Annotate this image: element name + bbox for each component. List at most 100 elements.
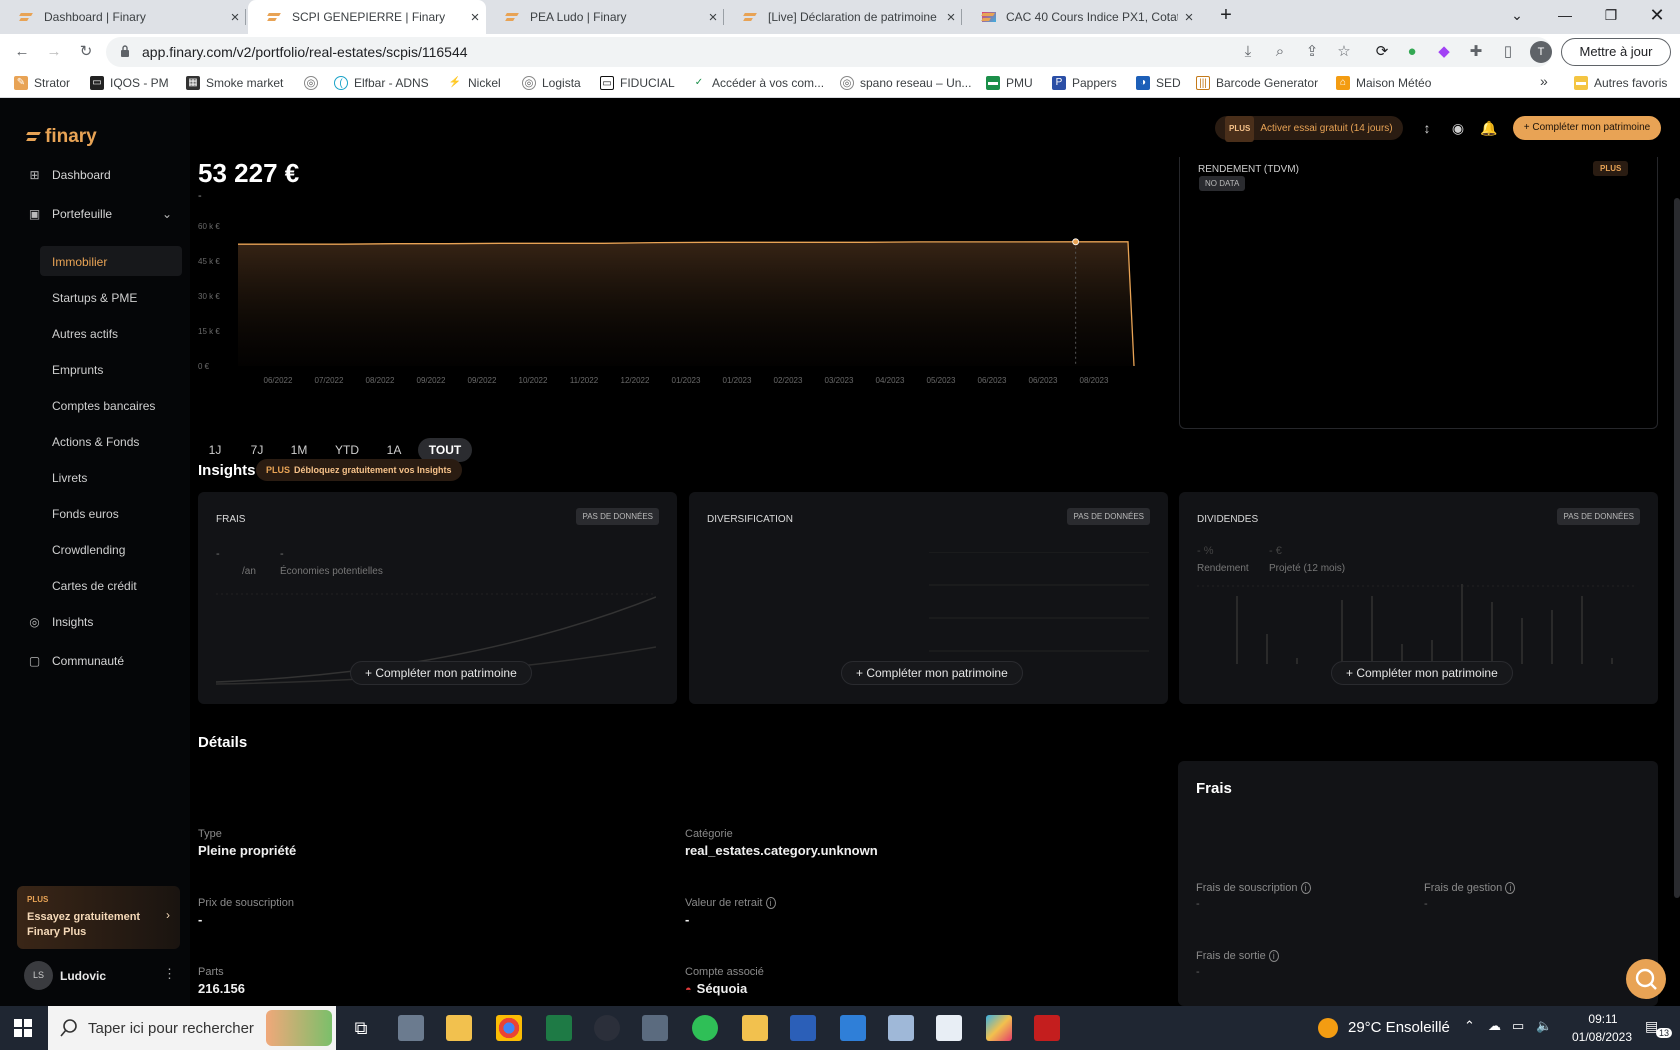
taskbar-app-icon[interactable] [936, 1015, 962, 1041]
browser-tab-declaration[interactable]: [Live] Déclaration de patrimoine ( × [724, 0, 962, 34]
globe-icon[interactable]: ◎ [304, 76, 324, 90]
more-vertical-icon[interactable]: ⋮ [163, 966, 176, 982]
extension-icon[interactable]: ⟳ [1370, 40, 1394, 64]
close-window-button[interactable]: ✕ [1634, 0, 1680, 34]
browser-tab-pea-ludo[interactable]: PEA Ludo | Finary × [486, 0, 724, 34]
bookmark-item[interactable]: ⌂ Maison Météo [1336, 76, 1431, 90]
extension-cube-icon[interactable]: ◆ [1432, 40, 1456, 64]
other-bookmarks[interactable]: ▬ Autres favoris [1574, 76, 1667, 90]
acrobat-icon[interactable] [1034, 1015, 1060, 1041]
clock-date[interactable]: 01/08/2023 [1562, 1030, 1642, 1044]
taskbar-search[interactable]: Taper ici pour rechercher [48, 1006, 336, 1050]
sidebar-item-emprunts[interactable]: Emprunts [52, 363, 103, 377]
zoom-icon[interactable]: ⌕ [1268, 40, 1292, 64]
close-tab-icon[interactable]: × [464, 9, 486, 26]
info-icon[interactable]: i [1268, 950, 1279, 962]
bookmark-item[interactable]: ✓ Accéder à vos com... [692, 76, 824, 90]
taskbar-app-icon[interactable] [840, 1015, 866, 1041]
clock-time[interactable]: 09:11 [1570, 1012, 1636, 1026]
minimize-window-button[interactable]: — [1542, 0, 1588, 34]
bookmark-item[interactable]: ◎ spano reseau – Un... [840, 76, 971, 90]
bookmark-item[interactable]: ⚡ Nickel [448, 76, 501, 90]
info-icon[interactable]: i [1300, 882, 1311, 894]
profile-avatar[interactable]: T [1530, 41, 1552, 63]
taskbar-app-icon[interactable] [398, 1015, 424, 1041]
finary-logo[interactable]: finary [27, 126, 97, 148]
scrollbar[interactable] [1674, 198, 1680, 898]
bookmark-item[interactable]: ✎ Strator [14, 76, 70, 90]
file-explorer-icon[interactable] [446, 1015, 472, 1041]
calculator-icon[interactable] [642, 1015, 668, 1041]
bookmark-item[interactable]: ◎ Logista [522, 76, 581, 90]
close-tab-icon[interactable]: × [940, 9, 962, 26]
side-panel-icon[interactable]: ▯ [1496, 40, 1520, 64]
camera-app-icon[interactable] [594, 1015, 620, 1041]
back-icon[interactable]: ← [10, 40, 34, 64]
info-icon[interactable]: i [765, 897, 776, 909]
sidebar-item-crowdlending[interactable]: Crowdlending [52, 543, 125, 557]
update-browser-button[interactable]: Mettre à jour [1561, 38, 1671, 66]
whatsapp-icon[interactable] [692, 1015, 718, 1041]
bookmark-item[interactable]: P Pappers [1052, 76, 1117, 90]
eye-icon[interactable]: ◉ [1448, 118, 1468, 138]
bookmark-item[interactable]: ▬ PMU [986, 76, 1033, 90]
sidebar-item-portfolio[interactable]: ▣ Portefeuille ⌄ [28, 207, 172, 221]
bookmark-item[interactable]: ◑ SED [1136, 76, 1181, 90]
sidebar-item-dashboard[interactable]: ⊞ Dashboard [28, 168, 110, 182]
install-app-icon[interactable]: ⤓ [1236, 40, 1260, 64]
activate-trial-button[interactable]: PLUS Activer essai gratuit (14 jours) [1215, 116, 1403, 142]
complete-patrimoine-button[interactable]: + Compléter mon patrimoine [1513, 116, 1661, 140]
windows-start-icon[interactable] [14, 1019, 32, 1037]
sidebar-item-livrets[interactable]: Livrets [52, 471, 87, 485]
taskbar-app-icon[interactable] [742, 1015, 768, 1041]
restore-window-button[interactable]: ❐ [1588, 0, 1634, 34]
bookmark-item[interactable]: ▭ FIDUCIAL [600, 76, 675, 90]
range-1j[interactable]: 1J [198, 438, 232, 462]
volume-icon[interactable]: 🔈 [1536, 1018, 1552, 1034]
task-view-icon[interactable]: ⧉ [348, 1015, 374, 1041]
complete-patrimoine-button[interactable]: + Compléter mon patrimoine [350, 661, 532, 685]
cloud-icon[interactable]: ☁ [1488, 1018, 1501, 1034]
tab-search-icon[interactable]: ⌄ [1494, 0, 1540, 34]
close-tab-icon[interactable]: × [702, 9, 724, 26]
excel-icon[interactable] [546, 1015, 572, 1041]
complete-patrimoine-button[interactable]: + Compléter mon patrimoine [1331, 661, 1513, 685]
sidebar-item-startups[interactable]: Startups & PME [52, 291, 137, 305]
complete-patrimoine-button[interactable]: + Compléter mon patrimoine [841, 661, 1023, 685]
chrome-icon[interactable] [496, 1015, 522, 1041]
finary-plus-promo[interactable]: PLUS Essayez gratuitement Finary Plus › [17, 886, 180, 949]
info-icon[interactable]: i [1505, 882, 1516, 894]
new-tab-button[interactable]: + [1204, 0, 1248, 34]
sidebar-item-autres-actifs[interactable]: Autres actifs [52, 327, 118, 341]
bookmark-star-icon[interactable]: ☆ [1332, 40, 1356, 64]
bookmark-item[interactable]: ||| Barcode Generator [1196, 76, 1318, 90]
close-tab-icon[interactable]: × [1178, 9, 1200, 26]
expand-icon[interactable]: ↕ [1417, 118, 1437, 138]
sidebar-item-community[interactable]: ▢ Communauté [28, 654, 124, 668]
weather-sun-icon[interactable] [1318, 1018, 1338, 1038]
reload-icon[interactable]: ↻ [74, 40, 98, 64]
sidebar-item-comptes-bancaires[interactable]: Comptes bancaires [52, 399, 155, 413]
address-bar[interactable]: app.finary.com/v2/portfolio/real-estates… [106, 37, 1552, 67]
photos-icon[interactable] [986, 1015, 1012, 1041]
browser-tab-scpi-genepierre[interactable]: SCPI GENEPIERRE | Finary × [248, 0, 486, 34]
browser-tab-cac40[interactable]: CAC 40 Cours Indice PX1, Cotatio × [962, 0, 1200, 34]
plus-badge[interactable]: PLUS [1593, 161, 1629, 176]
sidebar-item-fonds-euros[interactable]: Fonds euros [52, 507, 119, 521]
forward-icon[interactable]: → [42, 40, 66, 64]
chevron-up-icon[interactable]: ⌃ [1464, 1018, 1475, 1034]
chrome-extension-icon[interactable]: ● [1400, 40, 1424, 64]
avatar[interactable]: LS [24, 961, 53, 990]
bookmark-item[interactable]: ▭ IQOS - PM [90, 76, 169, 90]
extensions-puzzle-icon[interactable]: ✚ [1464, 40, 1488, 64]
close-tab-icon[interactable]: × [224, 9, 246, 26]
share-icon[interactable]: ⇪ [1300, 40, 1324, 64]
browser-tab-dashboard[interactable]: Dashboard | Finary × [0, 0, 246, 34]
help-chat-button[interactable] [1626, 959, 1666, 999]
bell-icon[interactable]: 🔔 [1479, 118, 1499, 138]
weather-text[interactable]: 29°C Ensoleillé [1348, 1019, 1450, 1036]
sidebar-item-insights[interactable]: ◎ Insights [28, 615, 93, 629]
sidebar-item-cartes-credit[interactable]: Cartes de crédit [52, 579, 137, 593]
linked-account-value[interactable]: ◓ Séquoia [685, 981, 747, 996]
bookmark-item[interactable]: (Elfbar - ADNS [334, 76, 429, 90]
